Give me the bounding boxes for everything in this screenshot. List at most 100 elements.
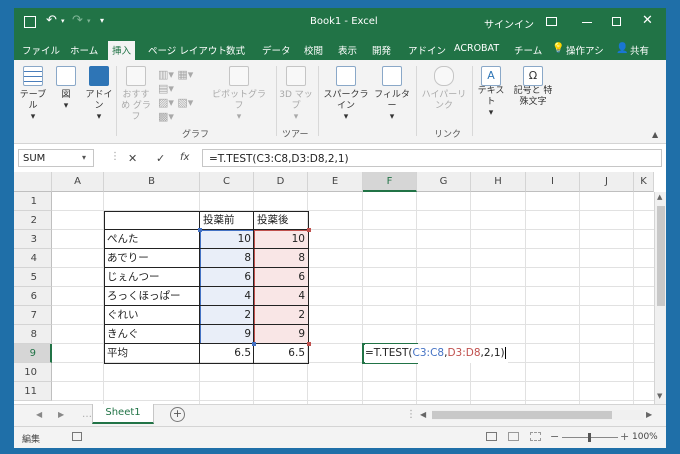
tell-me-box[interactable]: 操作アシ [566,43,604,57]
redo-icon[interactable]: ↷ [72,13,83,28]
add-sheet-icon[interactable]: + [170,407,185,422]
tab-home[interactable]: ホーム [70,43,98,57]
pivot-chart-button[interactable]: ピボットグラフ ▾ [210,66,268,123]
column-header-g[interactable]: G [417,172,471,192]
ribbon-display-options-icon[interactable] [546,17,557,26]
row-header[interactable]: 3 [14,230,52,249]
tab-team[interactable]: チーム [514,43,542,57]
cell-c6[interactable]: 4 [200,287,254,306]
tab-data[interactable]: データ [262,43,291,57]
customize-qat-icon[interactable]: ▾ [100,16,104,25]
range-handle[interactable] [252,342,256,346]
tab-acrobat[interactable]: ACROBAT [454,43,499,54]
cell-f9-editor[interactable]: =T.TEST(C3:C8,D3:D8,2,1) [365,344,508,363]
maximize-icon[interactable] [612,17,621,26]
column-header-c[interactable]: C [200,172,254,192]
sheet-tab-sheet1[interactable]: Sheet1 [92,404,154,424]
save-icon[interactable] [24,16,36,28]
cell-d5[interactable]: 6 [254,268,308,287]
hyperlink-button[interactable]: ハイパーリンク [418,66,470,112]
sparkline-button[interactable]: スパークライン ▾ [320,66,372,123]
illustrations-button[interactable]: 図 ▾ [52,66,80,112]
column-header-d[interactable]: D [254,172,308,192]
zoom-out-icon[interactable]: − [550,430,559,443]
undo-dropdown-icon[interactable]: ▾ [61,17,65,25]
cell-b8[interactable]: きんぐ [104,325,199,344]
column-header-i[interactable]: I [526,172,580,192]
tab-addins[interactable]: アドイン [408,43,446,57]
cell-d8[interactable]: 9 [254,325,308,344]
signin-link[interactable]: サインイン [484,16,534,31]
range-handle[interactable] [198,228,202,232]
row-header[interactable]: 9 [14,344,52,363]
formula-input[interactable]: =T.TEST(C3:C8,D3:D8,2,1) [202,149,662,167]
insert-function-button[interactable]: fx [180,152,189,163]
tab-page-layout[interactable]: ページ レイアウト [148,43,227,57]
tab-file[interactable]: ファイル [22,43,60,57]
symbols-button[interactable]: Ω 記号と 特殊文字 [510,66,556,108]
cell-b9[interactable]: 平均 [104,344,199,363]
zoom-slider-thumb[interactable] [588,433,591,442]
collapse-ribbon-icon[interactable]: ▲ [652,130,658,139]
macro-record-icon[interactable] [72,432,82,441]
vertical-scroll-thumb[interactable] [657,206,665,306]
column-header-j[interactable]: J [580,172,634,192]
cell-b4[interactable]: あでりー [104,249,199,268]
column-header-k[interactable]: K [634,172,654,192]
cell-c9[interactable]: 6.5 [200,344,254,363]
cancel-button[interactable]: ✕ [128,152,137,165]
hscroll-right-icon[interactable]: ▶ [646,410,652,419]
redo-dropdown-icon[interactable]: ▾ [87,17,91,25]
column-header-h[interactable]: H [471,172,526,192]
zoom-in-icon[interactable]: + [620,430,629,443]
cell-c5[interactable]: 6 [200,268,254,287]
name-box-dropdown-icon[interactable]: ▾ [82,153,86,162]
page-layout-view-icon[interactable] [508,432,519,441]
page-break-view-icon[interactable] [530,432,541,441]
table-button[interactable]: テーブル ▾ [16,66,50,123]
zoom-level[interactable]: 100% [632,432,658,442]
zoom-slider[interactable] [562,433,618,442]
column-header-f[interactable]: F [363,172,417,192]
tab-review[interactable]: 校閲 [304,43,323,57]
row-header[interactable]: 8 [14,325,52,344]
tab-split-handle-icon[interactable]: ⋮ [406,409,416,420]
cell-d3[interactable]: 10 [254,230,308,249]
horizontal-scroll-thumb[interactable] [432,411,612,419]
range-handle[interactable] [307,228,311,232]
cell-c3[interactable]: 10 [200,230,254,249]
scroll-up-icon[interactable]: ▲ [657,193,662,201]
map3d-button[interactable]: 3D マップ ▾ [278,66,314,123]
column-header-e[interactable]: E [308,172,363,192]
row-header[interactable]: 11 [14,382,52,401]
chart-types-grid[interactable]: ▥▾ ▦▾ ▤▾ ▨▾ ▧▾ ▩▾ [158,68,210,124]
cell-d4[interactable]: 8 [254,249,308,268]
cell-c4[interactable]: 8 [200,249,254,268]
row-header[interactable]: 7 [14,306,52,325]
worksheet-grid[interactable]: A B C D E F G H I J K 1 2 3 4 5 6 7 8 9 … [14,172,666,404]
cell-c7[interactable]: 2 [200,306,254,325]
cell-d9[interactable]: 6.5 [254,344,308,363]
tab-insert[interactable]: 挿入 [108,41,136,61]
column-header-b[interactable]: B [104,172,200,192]
normal-view-icon[interactable] [486,432,497,441]
row-header[interactable]: 2 [14,211,52,230]
cell-b6[interactable]: ろっくほっぱー [104,287,199,306]
cell-b7[interactable]: ぐれい [104,306,199,325]
addins-button[interactable]: アドイン ▾ [84,66,114,123]
filter-button[interactable]: フィルター ▾ [372,66,412,123]
tab-view[interactable]: 表示 [338,43,357,57]
select-all-corner[interactable] [14,172,52,192]
row-header[interactable]: 1 [14,192,52,211]
cell-c2[interactable]: 投薬前 [200,211,254,230]
minimize-icon[interactable] [582,22,592,23]
share-button[interactable]: 共有 [630,43,649,57]
hscroll-left-icon[interactable]: ◀ [420,410,426,419]
recommended-chart-button[interactable]: おすすめ グラフ [118,66,154,123]
cell-d2[interactable]: 投薬後 [254,211,308,230]
sheet-nav-next-icon[interactable]: ▶ [58,410,64,419]
formula-bar-splitter-icon[interactable]: ⋮ [110,151,120,162]
cell-c8[interactable]: 9 [200,325,254,344]
row-header[interactable]: 6 [14,287,52,306]
enter-button[interactable]: ✓ [156,152,165,165]
